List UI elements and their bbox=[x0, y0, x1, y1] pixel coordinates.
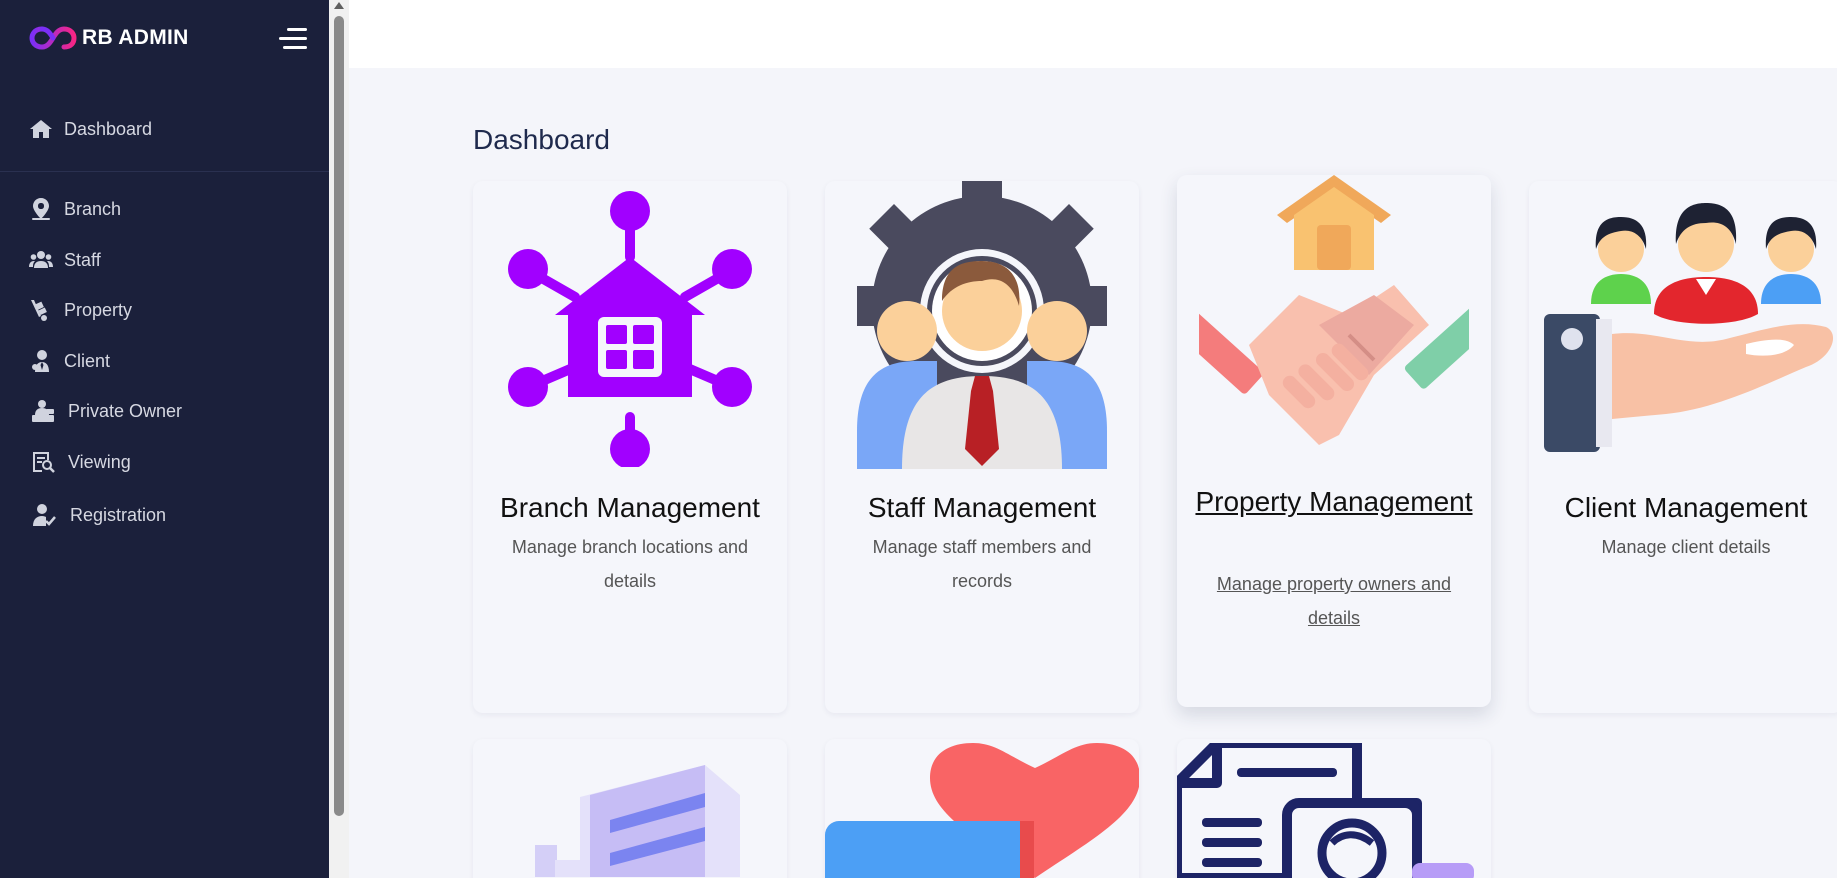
sidebar-item-label: Dashboard bbox=[64, 118, 153, 139]
person-desk-icon bbox=[28, 398, 58, 424]
card-branch-management[interactable]: Branch Management Manage branch location… bbox=[473, 181, 787, 713]
sidebar-item-branch[interactable]: Branch bbox=[28, 194, 121, 224]
card-title: Staff Management bbox=[867, 492, 1097, 523]
card-lower-3[interactable] bbox=[1177, 739, 1491, 878]
search-document-icon bbox=[28, 449, 58, 475]
sidebar-item-private-owner[interactable]: Private Owner bbox=[28, 396, 182, 426]
sidebar-item-label: Branch bbox=[64, 198, 122, 219]
sidebar-item-label: Client bbox=[64, 350, 111, 371]
sidebar-item-label: Viewing bbox=[68, 451, 131, 472]
sidebar-item-registration[interactable]: Registration bbox=[28, 500, 166, 530]
building-icon bbox=[535, 765, 740, 877]
scrollbar-thumb[interactable] bbox=[334, 16, 344, 816]
users-icon bbox=[28, 247, 54, 273]
card-property-management[interactable]: Property Management Manage property owne… bbox=[1177, 175, 1491, 707]
dolly-icon bbox=[28, 297, 54, 323]
sidebar-item-client[interactable]: Client bbox=[28, 346, 110, 376]
sidebar-item-label: Registration bbox=[70, 504, 167, 525]
brand-name: RB ADMIN bbox=[82, 26, 189, 49]
page-title: Dashboard bbox=[473, 124, 610, 155]
clients-hand-icon bbox=[1544, 203, 1834, 452]
card-description: Manage branch locations and details bbox=[511, 537, 749, 591]
top-bar bbox=[349, 0, 1837, 68]
card-staff-management[interactable]: Staff Management Manage staff members an… bbox=[825, 181, 1139, 713]
staff-gear-icon bbox=[857, 181, 1107, 469]
card-description: Manage property owners and details bbox=[1216, 574, 1452, 628]
card-lower-2[interactable] bbox=[825, 739, 1139, 878]
scroll-up-arrow[interactable] bbox=[334, 2, 344, 9]
brand[interactable]: RB ADMIN bbox=[28, 22, 189, 54]
menu-toggle-button[interactable] bbox=[279, 28, 307, 50]
card-title: Client Management bbox=[1564, 492, 1808, 523]
sidebar-item-label: Staff bbox=[64, 249, 101, 270]
card-title: Branch Management bbox=[500, 492, 760, 523]
hamburger-line bbox=[283, 46, 307, 49]
card-description: Manage client details bbox=[1601, 537, 1771, 557]
infinity-logo-icon bbox=[29, 26, 77, 50]
sidebar-item-label: Private Owner bbox=[68, 400, 183, 421]
sidebar-divider bbox=[0, 171, 329, 172]
sidebar: RB ADMIN Dashboard Branch Staff Property bbox=[0, 0, 329, 878]
branch-network-icon bbox=[508, 191, 752, 467]
hamburger-line bbox=[279, 37, 307, 40]
card-description: Manage staff members and records bbox=[872, 537, 1092, 591]
sidebar-item-dashboard[interactable]: Dashboard bbox=[28, 114, 152, 144]
heart-card-icon bbox=[825, 743, 1139, 878]
sidebar-item-label: Property bbox=[64, 299, 133, 320]
card-client-management[interactable]: Client Management Manage client details bbox=[1529, 181, 1837, 713]
map-pin-icon bbox=[28, 196, 54, 222]
user-tie-icon bbox=[28, 348, 54, 374]
sidebar-item-staff[interactable]: Staff bbox=[28, 245, 101, 275]
card-lower-1[interactable] bbox=[473, 739, 787, 878]
user-check-icon bbox=[28, 502, 60, 528]
sidebar-item-property[interactable]: Property bbox=[28, 295, 132, 325]
sidebar-item-viewing[interactable]: Viewing bbox=[28, 447, 131, 477]
handshake-house-icon bbox=[1199, 175, 1469, 445]
hamburger-line bbox=[287, 28, 307, 31]
home-icon bbox=[28, 116, 54, 142]
card-title: Property Management bbox=[1195, 486, 1473, 517]
document-avatar-icon bbox=[1177, 743, 1474, 878]
